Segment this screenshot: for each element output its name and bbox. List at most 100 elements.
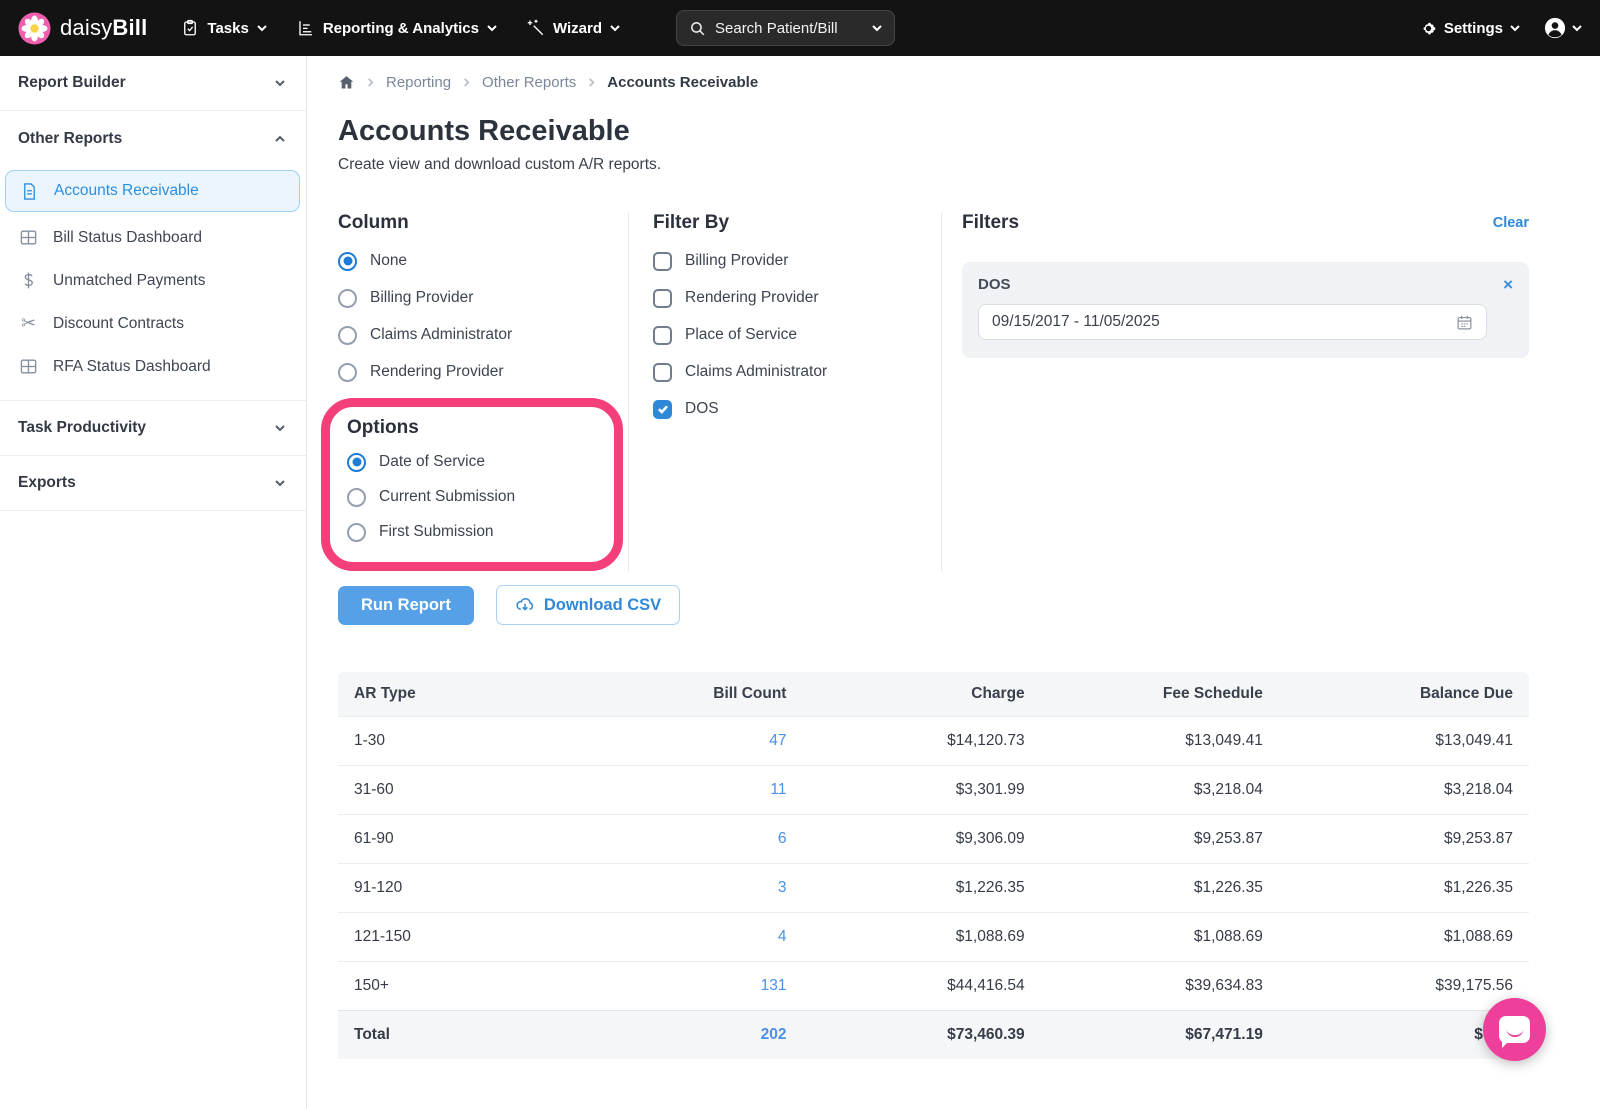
- cell-bill-count-link[interactable]: 11: [624, 765, 803, 814]
- radio-claims-administrator[interactable]: Claims Administrator: [338, 324, 628, 346]
- cell-charge: $3,301.99: [802, 765, 1040, 814]
- sidebar-item-label: Unmatched Payments: [53, 272, 206, 290]
- chevron-down-icon: [274, 422, 286, 434]
- cell-total-label: Total: [338, 1010, 624, 1059]
- table-total-row: Total 202 $73,460.39 $67,471.19 $67,0: [338, 1010, 1529, 1059]
- cell-bill-count-link[interactable]: 3: [624, 863, 803, 912]
- bar-chart-icon: [297, 19, 315, 37]
- sidebar-item-accounts-receivable[interactable]: Accounts Receivable: [5, 170, 300, 212]
- cell-charge: $14,120.73: [802, 716, 1040, 765]
- breadcrumb-other-reports[interactable]: Other Reports: [482, 74, 576, 91]
- table-row: 150+ 131 $44,416.54 $39,634.83 $39,175.5…: [338, 961, 1529, 1010]
- checkbox-label: DOS: [685, 400, 719, 418]
- chevron-up-icon: [274, 133, 286, 145]
- table-row: 61-90 6 $9,306.09 $9,253.87 $9,253.87: [338, 814, 1529, 863]
- table-icon: [19, 357, 38, 376]
- download-csv-button[interactable]: Download CSV: [496, 585, 680, 625]
- sidebar-section-report-builder[interactable]: Report Builder: [0, 56, 306, 111]
- run-report-button[interactable]: Run Report: [338, 586, 474, 625]
- checkbox-label: Place of Service: [685, 326, 797, 344]
- nav-wizard-label: Wizard: [553, 20, 602, 37]
- clear-filters-link[interactable]: Clear: [1493, 215, 1529, 231]
- radio-billing-provider[interactable]: Billing Provider: [338, 287, 628, 309]
- cell-total-bill-count-link[interactable]: 202: [624, 1010, 803, 1059]
- checkbox-label: Billing Provider: [685, 252, 788, 270]
- cell-ar-type: 150+: [338, 961, 624, 1010]
- sidebar-item-label: Bill Status Dashboard: [53, 229, 202, 247]
- radio-label: None: [370, 252, 407, 270]
- cell-ar-type: 121-150: [338, 912, 624, 961]
- cell-bill-count-link[interactable]: 131: [624, 961, 803, 1010]
- radio-icon: [338, 363, 357, 382]
- radio-date-of-service[interactable]: Date of Service: [347, 451, 596, 473]
- cell-balance-due: $39,175.56: [1279, 961, 1529, 1010]
- checkbox-place-of-service[interactable]: Place of Service: [653, 324, 941, 346]
- checkbox-label: Claims Administrator: [685, 363, 827, 381]
- chevron-down-icon: [610, 23, 620, 33]
- sidebar-item-discount-contracts[interactable]: ✂ Discount Contracts: [0, 302, 306, 345]
- options-highlight-annotation: Options Date of Service Current Submissi…: [321, 398, 623, 571]
- sidebar-section-other-reports[interactable]: Other Reports: [0, 111, 306, 166]
- chevron-right-icon: [587, 78, 596, 87]
- filters-section: Filters Clear DOS × 09/15/2017 - 11/05/2…: [941, 212, 1529, 571]
- cell-fee-schedule: $9,253.87: [1041, 814, 1279, 863]
- nav-wizard[interactable]: Wizard: [527, 19, 620, 37]
- chevron-down-icon: [274, 77, 286, 89]
- user-menu[interactable]: [1544, 17, 1582, 39]
- cell-bill-count-link[interactable]: 6: [624, 814, 803, 863]
- sidebar-section-label: Other Reports: [18, 130, 122, 148]
- breadcrumb-reporting[interactable]: Reporting: [386, 74, 451, 91]
- sidebar-section-label: Task Productivity: [18, 419, 146, 437]
- sidebar-item-unmatched-payments[interactable]: Unmatched Payments: [0, 259, 306, 302]
- brand-logo[interactable]: daisyBill: [18, 12, 147, 45]
- home-icon[interactable]: [338, 74, 355, 91]
- cell-balance-due: $1,088.69: [1279, 912, 1529, 961]
- checkbox-dos[interactable]: DOS: [653, 398, 941, 420]
- cell-bill-count-link[interactable]: 4: [624, 912, 803, 961]
- chat-launcher-button[interactable]: [1483, 998, 1546, 1061]
- sidebar-item-label: Discount Contracts: [53, 315, 184, 333]
- checkbox-billing-provider[interactable]: Billing Provider: [653, 250, 941, 272]
- nav-settings[interactable]: Settings: [1420, 20, 1520, 37]
- sidebar-item-bill-status-dashboard[interactable]: Bill Status Dashboard: [0, 216, 306, 259]
- cell-total-charge: $73,460.39: [802, 1010, 1040, 1059]
- radio-none[interactable]: None: [338, 250, 628, 272]
- calendar-icon: [1456, 314, 1473, 331]
- close-icon[interactable]: ×: [1503, 278, 1513, 292]
- options-section-title: Options: [347, 417, 596, 439]
- checkbox-label: Rendering Provider: [685, 289, 819, 307]
- breadcrumb: Reporting Other Reports Accounts Receiva…: [338, 74, 1529, 91]
- sidebar-section-task-productivity[interactable]: Task Productivity: [0, 401, 306, 456]
- radio-icon: [338, 326, 357, 345]
- dos-date-range-input[interactable]: 09/15/2017 - 11/05/2025: [978, 304, 1487, 340]
- checkbox-rendering-provider[interactable]: Rendering Provider: [653, 287, 941, 309]
- top-nav: daisyBill Tasks Reporting & Analytics Wi…: [0, 0, 1600, 56]
- radio-label: First Submission: [379, 523, 494, 541]
- radio-first-submission[interactable]: First Submission: [347, 521, 596, 543]
- header-bill-count: Bill Count: [624, 672, 803, 716]
- radio-icon: [338, 252, 357, 271]
- checkbox-icon: [653, 363, 672, 382]
- cell-ar-type: 61-90: [338, 814, 624, 863]
- column-section-title: Column: [338, 212, 628, 234]
- download-csv-label: Download CSV: [544, 596, 661, 615]
- sidebar-section-label: Exports: [18, 474, 76, 492]
- cell-charge: $9,306.09: [802, 814, 1040, 863]
- radio-rendering-provider[interactable]: Rendering Provider: [338, 361, 628, 383]
- dos-filter-label: DOS: [978, 276, 1011, 293]
- checkbox-claims-administrator[interactable]: Claims Administrator: [653, 361, 941, 383]
- nav-tasks-label: Tasks: [207, 20, 248, 37]
- radio-current-submission[interactable]: Current Submission: [347, 486, 596, 508]
- nav-tasks[interactable]: Tasks: [181, 19, 266, 37]
- table-row: 121-150 4 $1,088.69 $1,088.69 $1,088.69: [338, 912, 1529, 961]
- nav-reporting-analytics[interactable]: Reporting & Analytics: [297, 19, 497, 37]
- cell-fee-schedule: $1,088.69: [1041, 912, 1279, 961]
- table-icon: [19, 228, 38, 247]
- sidebar-item-rfa-status-dashboard[interactable]: RFA Status Dashboard: [0, 345, 306, 388]
- radio-label: Rendering Provider: [370, 363, 504, 381]
- sidebar-section-exports[interactable]: Exports: [0, 456, 306, 511]
- radio-label: Billing Provider: [370, 289, 473, 307]
- table-row: 1-30 47 $14,120.73 $13,049.41 $13,049.41: [338, 716, 1529, 765]
- search-input[interactable]: Search Patient/Bill: [676, 10, 895, 46]
- cell-bill-count-link[interactable]: 47: [624, 716, 803, 765]
